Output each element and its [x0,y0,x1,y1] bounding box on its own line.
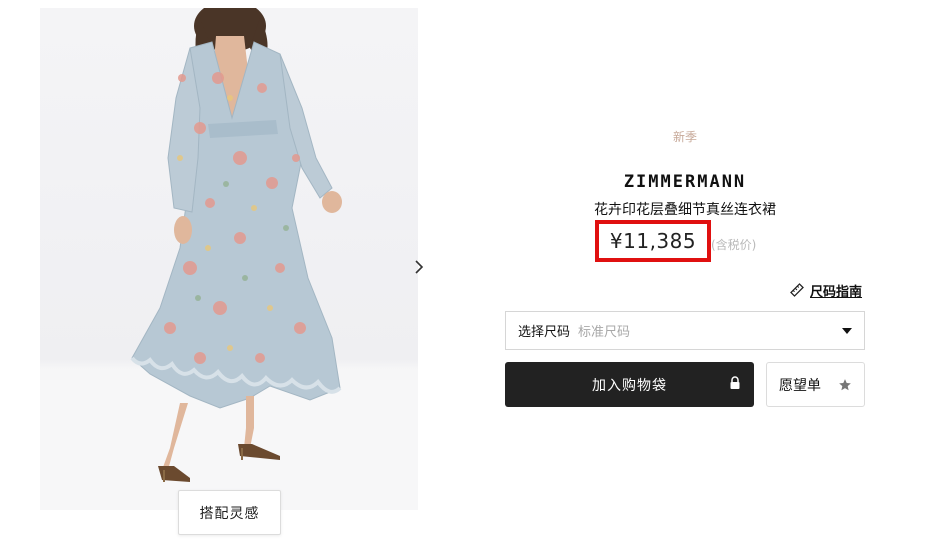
wishlist-button[interactable]: 愿望单 [766,362,865,407]
star-icon [839,378,851,390]
lock-icon [730,376,740,389]
product-title: 花卉印花层叠细节真丝连衣裙 [594,202,776,218]
price-highlight: ¥11,385 [595,220,711,262]
size-dropdown-value: 标准尺码 [578,325,631,340]
product-price: ¥11,385 [609,229,697,253]
caret-down-icon [842,327,852,334]
size-dropdown[interactable]: 选择尺码 标准尺码 [505,311,865,350]
styling-inspiration-button[interactable]: 搭配灵感 [178,490,281,535]
gallery-next-button[interactable] [410,256,428,278]
wishlist-label: 愿望单 [779,377,821,394]
size-guide-label[interactable]: 尺码指南 [810,281,862,300]
dress-illustration [40,8,418,510]
ruler-icon [790,283,804,297]
chevron-right-icon [415,260,424,274]
add-to-bag-label: 加入购物袋 [592,377,667,394]
size-dropdown-label: 选择尺码 [518,325,571,340]
brand-name[interactable]: ZIMMERMANN [560,172,810,192]
season-badge: 新季 [672,130,697,144]
size-guide-link[interactable]: 尺码指南 [790,281,862,300]
tax-note: (含税价) [711,238,757,252]
product-image [40,8,418,510]
add-to-bag-button[interactable]: 加入购物袋 [505,362,754,407]
